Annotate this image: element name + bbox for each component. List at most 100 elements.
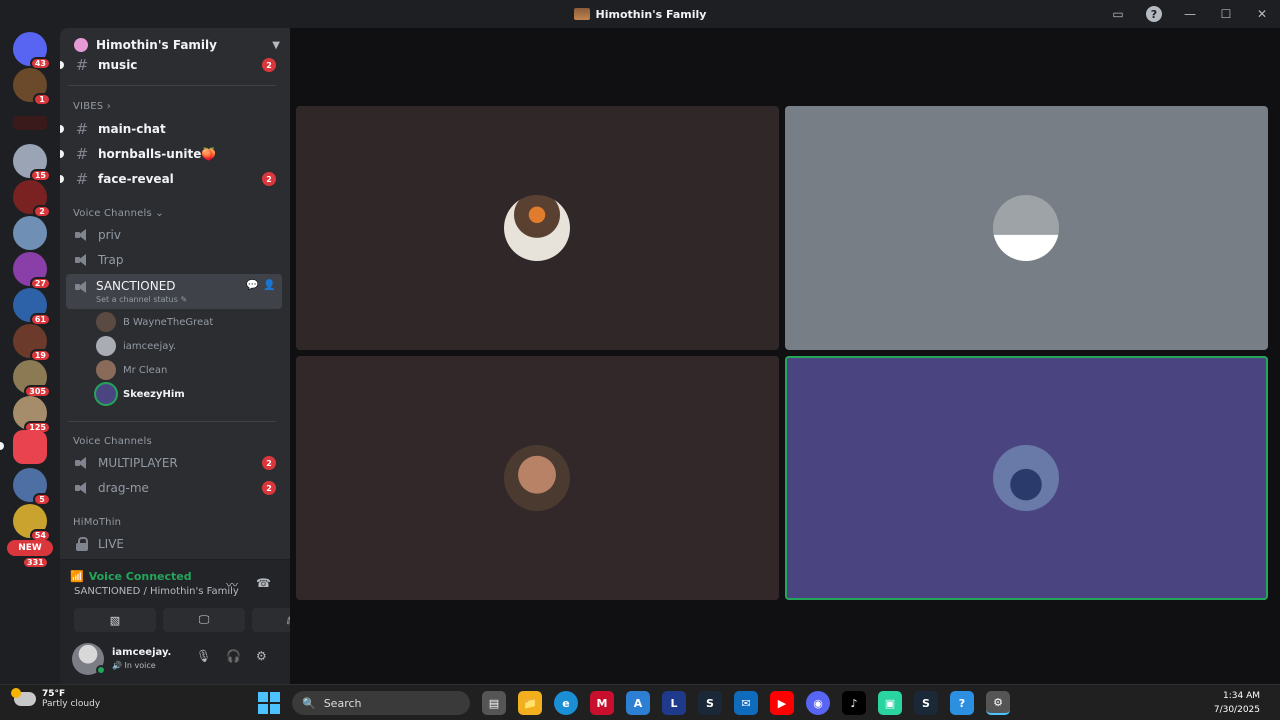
voice-user[interactable]: iamceejay. [96, 336, 176, 356]
unread-indicator [60, 175, 64, 183]
channel-main-chat[interactable]: # main-chat [60, 118, 282, 140]
discord-home-icon[interactable]: 43 [13, 32, 51, 70]
server-indicator [0, 442, 4, 450]
category-voice-channels[interactable]: Voice Channels [73, 436, 152, 447]
taskbar-search[interactable]: 🔍 Search [292, 691, 470, 715]
unread-indicator [60, 125, 64, 133]
weather-widget[interactable]: 75°F Partly cloudy [11, 688, 100, 709]
channel-label: SANCTIONED [96, 279, 176, 293]
server-icon-selected[interactable] [13, 430, 47, 464]
tiktok-icon[interactable]: ♪ [842, 691, 866, 715]
speaker-icon [74, 228, 90, 242]
maximize-button[interactable]: ☐ [1208, 0, 1244, 28]
voice-location[interactable]: SANCTIONED / Himothin's Family [74, 586, 239, 597]
server-icon[interactable] [13, 216, 47, 250]
participant-tile[interactable] [296, 106, 779, 350]
hash-icon: # [75, 56, 89, 74]
discord-icon[interactable]: ◉ [806, 691, 830, 715]
close-button[interactable]: ✕ [1244, 0, 1280, 28]
channel-status[interactable]: Set a channel status ✎ [96, 295, 187, 304]
avatar [96, 312, 116, 332]
server-icon[interactable]: 19 [13, 324, 51, 362]
participant-avatar [504, 195, 570, 261]
chat-icon[interactable]: 💬 [246, 280, 258, 292]
participant-tile[interactable] [296, 356, 779, 600]
task-view-icon[interactable]: ▤ [482, 691, 506, 715]
window-title-text: Himothin's Family [595, 7, 707, 21]
server-icon[interactable]: 27 [13, 252, 51, 290]
windows-start-icon[interactable] [258, 692, 280, 714]
title-bar: Himothin's Family ▭ ? — ☐ ✕ [0, 0, 1280, 28]
app-l-icon[interactable]: L [662, 691, 686, 715]
speaker-icon [74, 456, 90, 470]
system-clock[interactable]: 1:34 AM 7/30/2025 [1214, 689, 1260, 717]
voice-channel-sanctioned[interactable]: SANCTIONED Set a channel status ✎ 💬 👤 [66, 274, 282, 309]
voice-channel-drag-me[interactable]: drag-me 2 [66, 477, 282, 499]
mcafee-icon[interactable]: M [590, 691, 614, 715]
server-icon[interactable]: 305 [13, 360, 51, 398]
speaker-icon [74, 481, 90, 495]
voice-channel-priv[interactable]: priv [66, 224, 282, 246]
app-icon[interactable]: ▣ [878, 691, 902, 715]
server-icon[interactable]: 1 [13, 68, 51, 106]
new-unreads-pill[interactable]: NEW [7, 540, 53, 556]
server-icon[interactable]: 61 [13, 288, 51, 326]
channel-face-reveal[interactable]: # face-reveal 2 [60, 168, 282, 190]
screen-share-icon[interactable]: ▭ [1100, 0, 1136, 28]
participant-tile-speaking[interactable] [785, 356, 1268, 600]
category-voice-channels[interactable]: Voice Channels ⌄ [73, 208, 164, 219]
server-icon[interactable]: 125 [13, 396, 51, 434]
help-app-icon[interactable]: ? [950, 691, 974, 715]
category-vibes[interactable]: VIBES › [73, 101, 111, 112]
participant-avatar [993, 195, 1059, 261]
server-icon[interactable]: 54 [13, 504, 51, 542]
voice-channel-trap[interactable]: Trap [66, 249, 282, 271]
minimize-button[interactable]: — [1172, 0, 1208, 28]
server-icon[interactable] [13, 116, 47, 130]
clock-time: 1:34 AM [1223, 691, 1260, 701]
channel-music[interactable]: # music 2 [60, 54, 282, 76]
voice-user[interactable]: Mr Clean [96, 360, 167, 380]
voice-user-speaking[interactable]: SkeezyHim [96, 384, 185, 404]
disconnect-icon[interactable]: ☎ [256, 576, 271, 590]
mic-icon[interactable]: 🎙 [196, 649, 211, 663]
camera-off-button[interactable]: ▧ [74, 608, 156, 632]
voice-user[interactable]: B WayneTheGreat [96, 312, 213, 332]
help-icon[interactable]: ? [1136, 0, 1172, 28]
share-screen-button[interactable]: 🖵 [163, 608, 245, 632]
avatar [96, 336, 116, 356]
category-himothin[interactable]: HiMoThin [73, 517, 121, 528]
voice-user-name: SkeezyHim [123, 388, 185, 400]
taskbar: 75°F Partly cloudy 🔍 Search ▤ 📁 e M A L … [0, 684, 1280, 720]
settings-gear-icon[interactable]: ⚙ [256, 649, 267, 663]
steam-icon[interactable]: S [698, 691, 722, 715]
server-icon[interactable]: 15 [13, 144, 51, 182]
add-member-icon[interactable]: 👤 [263, 280, 275, 292]
youtube-icon[interactable]: ▶ [770, 691, 794, 715]
participant-tile[interactable] [785, 106, 1268, 350]
channel-hornballs-unite[interactable]: # hornballs-unite🍑 [60, 143, 282, 165]
app-icon[interactable]: A [626, 691, 650, 715]
steam-icon[interactable]: S [914, 691, 938, 715]
headphones-icon[interactable]: 🎧 [226, 649, 241, 663]
settings-app-icon[interactable]: ⚙ [986, 691, 1010, 715]
noise-suppression-icon[interactable]: 〰 [226, 576, 238, 593]
outlook-icon[interactable]: ✉ [734, 691, 758, 715]
online-status-icon [96, 665, 106, 675]
server-icon[interactable]: 2 [13, 180, 51, 218]
server-list: 43 1 15 2 27 61 19 305 125 5 54 NEW 331 [0, 28, 60, 684]
user-panel: iamceejay. 🔊 In voice 🎙 🎧 ⚙ [60, 639, 290, 685]
edge-icon[interactable]: e [554, 691, 578, 715]
voice-connected-status[interactable]: 📶 Voice Connected [70, 570, 192, 583]
user-name[interactable]: iamceejay. [112, 647, 171, 658]
server-icon[interactable]: 5 [13, 468, 51, 506]
server-icon [573, 8, 590, 20]
channel-label: hornballs-unite🍑 [98, 147, 217, 161]
file-explorer-icon[interactable]: 📁 [518, 691, 542, 715]
voice-channel-multiplayer[interactable]: MULTIPLAYER 2 [66, 452, 282, 474]
channel-label: priv [98, 228, 121, 242]
search-icon: 🔍 [302, 696, 316, 710]
signal-icon: 📶 [70, 570, 84, 583]
voice-channel-live[interactable]: LIVE [66, 533, 282, 555]
user-status-text: In voice [124, 661, 156, 670]
